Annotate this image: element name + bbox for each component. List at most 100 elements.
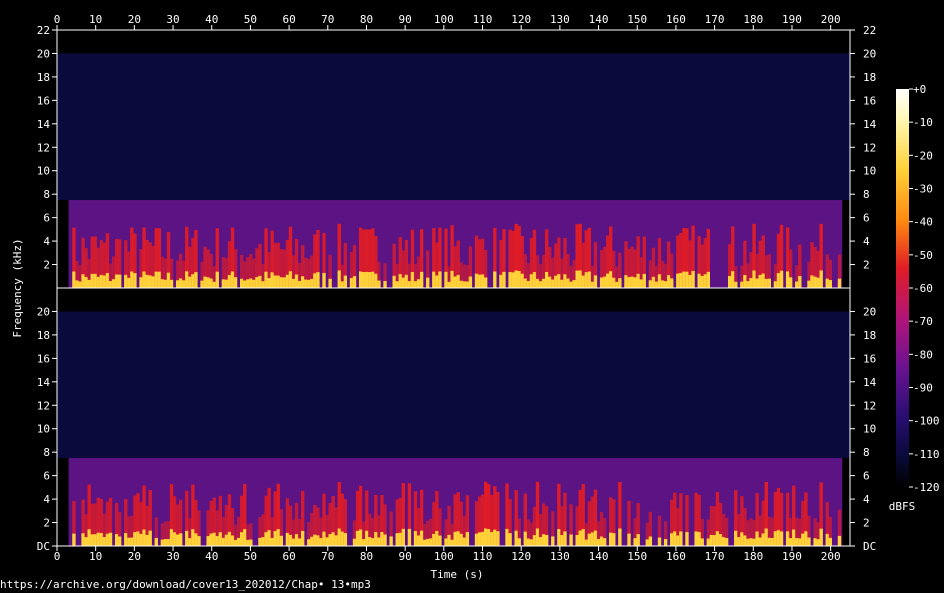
energy-peak	[465, 532, 470, 546]
energy-peak	[776, 273, 781, 288]
y-tick-label-left: 14	[37, 376, 51, 389]
energy-peak	[328, 278, 332, 288]
energy-peak	[462, 537, 466, 546]
energy-peak	[279, 277, 283, 288]
y-tick-label-left: 16	[37, 352, 50, 365]
energy-peak	[804, 531, 808, 546]
colorbar	[896, 89, 909, 487]
energy-peak	[755, 531, 759, 546]
energy-peak	[404, 274, 409, 288]
energy-peak	[142, 271, 146, 288]
energy-peak	[233, 539, 238, 546]
energy-peak	[444, 538, 448, 546]
energy-peak	[477, 532, 482, 546]
energy-peak	[740, 281, 744, 288]
energy-peak	[93, 534, 97, 546]
energy-peak	[352, 276, 357, 288]
y-tick-label-left: 18	[37, 71, 50, 84]
energy-peak	[697, 273, 701, 288]
energy-peak	[310, 278, 314, 288]
energy-peak	[789, 538, 793, 546]
energy-peak	[810, 275, 814, 288]
energy-peak	[715, 531, 720, 546]
y-tick-label-left: 4	[43, 235, 50, 248]
energy-peak	[352, 538, 357, 546]
energy-peak	[618, 528, 622, 546]
x-tick-label-bottom: 70	[321, 550, 334, 563]
energy-peak	[151, 276, 155, 288]
energy-peak	[773, 281, 778, 288]
energy-peak	[75, 280, 79, 288]
x-tick-label-bottom: 20	[128, 550, 141, 563]
energy-peak	[297, 280, 302, 288]
energy-peak	[728, 275, 732, 288]
energy-peak	[520, 273, 524, 288]
energy-peak	[462, 281, 466, 288]
energy-peak	[118, 274, 122, 288]
energy-peak	[316, 272, 320, 288]
energy-peak	[438, 535, 442, 546]
x-tick-label-bottom: 10	[89, 550, 102, 563]
energy-peak	[426, 277, 430, 288]
x-tick-label-bottom: 100	[434, 550, 454, 563]
x-tick-label-bottom: 190	[782, 550, 802, 563]
x-tick-label-bottom: 140	[589, 550, 609, 563]
y-tick-label-right: 10	[863, 423, 876, 436]
energy-peak	[288, 271, 293, 288]
x-tick-label-top: 80	[360, 13, 373, 26]
energy-peak	[532, 272, 537, 288]
energy-peak	[587, 271, 592, 288]
energy-peak	[102, 537, 107, 546]
energy-peak	[72, 271, 76, 288]
energy-peak	[163, 539, 168, 546]
energy-peak	[416, 279, 421, 288]
energy-peak	[127, 277, 131, 288]
energy-peak	[227, 531, 232, 546]
x-tick-label-top: 10	[89, 13, 102, 26]
energy-peak	[459, 533, 463, 546]
y-tick-label-left: 20	[37, 47, 50, 60]
energy-peak	[169, 279, 174, 288]
energy-peak	[252, 279, 256, 288]
energy-peak	[429, 538, 433, 546]
y-tick-label-right: 18	[863, 329, 876, 342]
energy-peak	[785, 531, 790, 546]
energy-peak	[246, 279, 250, 288]
x-tick-label-top: 190	[782, 13, 802, 26]
energy-peak	[307, 539, 311, 546]
energy-peak	[633, 538, 637, 546]
energy-peak	[761, 533, 765, 546]
energy-peak	[737, 537, 741, 546]
colorbar-tick-label: -110	[913, 448, 940, 461]
y-tick-label-left: 18	[37, 329, 50, 342]
energy-peak	[779, 270, 784, 288]
energy-peak	[276, 275, 280, 288]
energy-peak	[179, 533, 183, 546]
energy-peak	[435, 275, 439, 288]
x-tick-label-bottom: 50	[244, 550, 257, 563]
energy-peak	[84, 276, 88, 288]
energy-peak	[648, 536, 653, 546]
energy-peak	[365, 271, 369, 288]
energy-peak	[785, 271, 790, 288]
energy-peak	[246, 539, 250, 546]
energy-peak	[480, 531, 485, 546]
x-tick-label-top: 180	[743, 13, 763, 26]
energy-peak	[487, 529, 491, 546]
energy-peak	[276, 529, 280, 546]
source-url: https://archive.org/download/cover13_202…	[0, 578, 371, 591]
energy-peak	[236, 537, 241, 546]
energy-peak	[224, 534, 229, 546]
spectrogram-figure: 0 10 20 30 40 50 60 70 80 90 100 110 120 130 140 150 160…	[11, 13, 940, 581]
energy-peak	[432, 271, 436, 288]
y-tick-label-right: 16	[863, 94, 876, 107]
energy-peak	[108, 281, 113, 288]
energy-peak	[593, 530, 598, 546]
energy-peak	[837, 535, 842, 546]
energy-peak	[514, 270, 518, 288]
energy-peak	[569, 281, 573, 288]
energy-peak	[493, 529, 497, 546]
energy-peak	[679, 531, 683, 546]
y-tick-label-left: 6	[43, 470, 50, 483]
energy-peak	[798, 538, 802, 546]
